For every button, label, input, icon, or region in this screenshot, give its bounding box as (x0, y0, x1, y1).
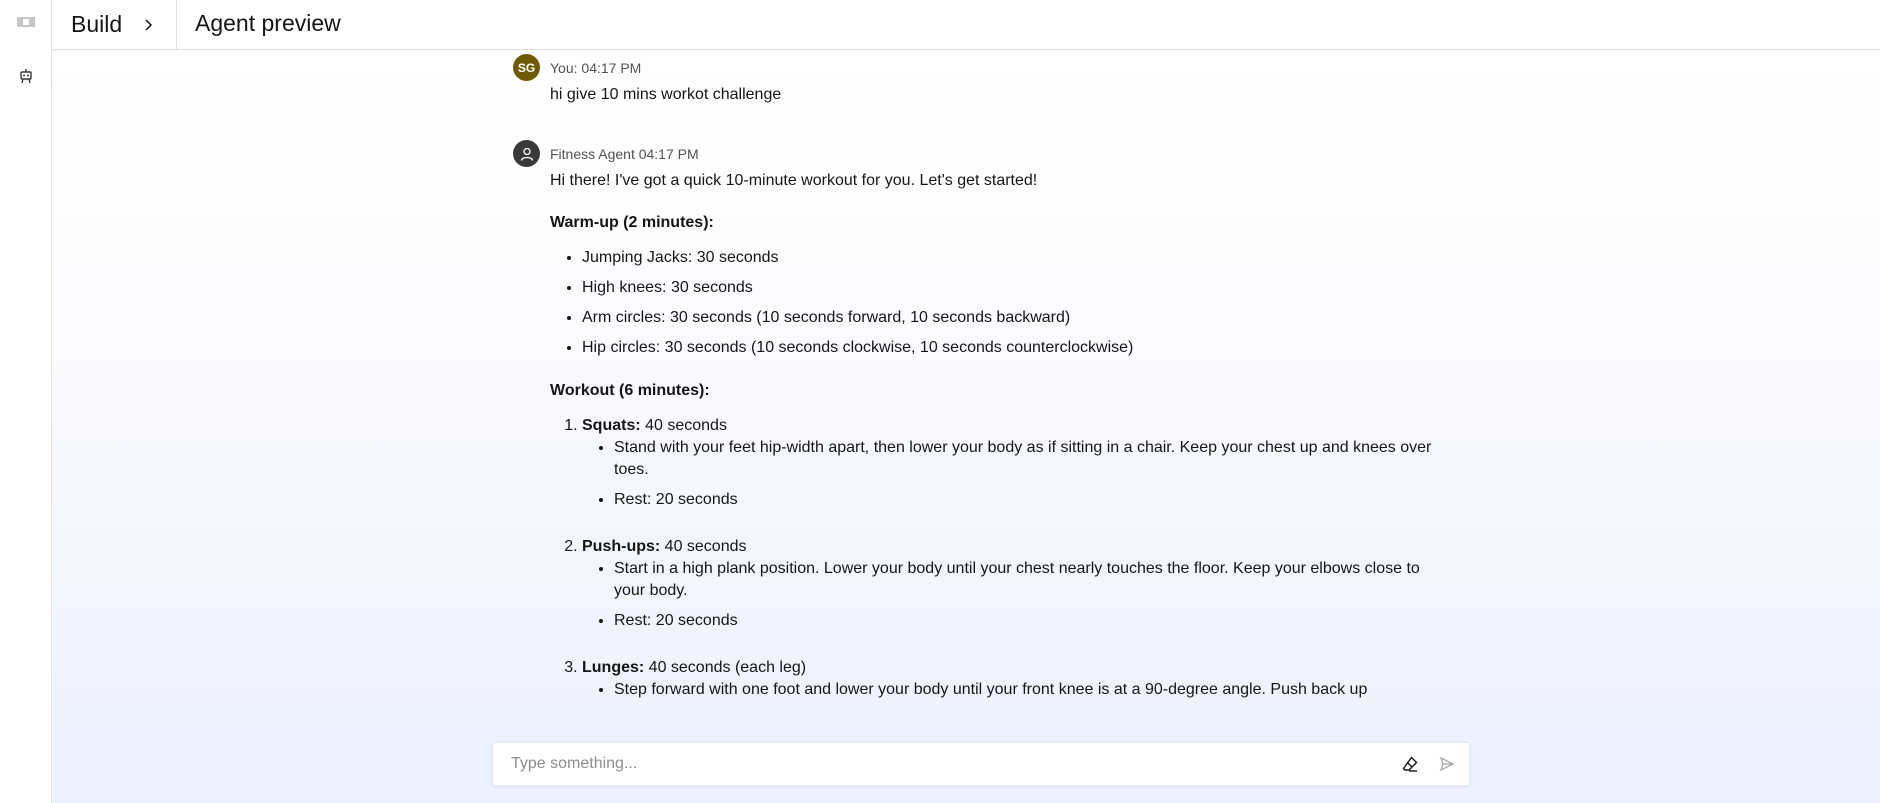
top-header: Build Agent preview (52, 0, 1880, 50)
breadcrumb-divider (176, 0, 177, 50)
warmup-list: Jumping Jacks: 30 seconds High knees: 30… (550, 247, 1433, 359)
warmup-heading: Warm-up (2 minutes): (550, 214, 714, 231)
list-item: Rest: 20 seconds (614, 610, 1433, 632)
workout-heading: Workout (6 minutes): (550, 382, 710, 399)
list-item: High knees: 30 seconds (582, 277, 1433, 299)
bot-icon[interactable] (16, 66, 36, 86)
page-title: Agent preview (195, 10, 341, 36)
list-item: Start in a high plank position. Lower yo… (614, 558, 1433, 602)
user-message: SG You: 04:17 PM hi give 10 mins workot … (513, 54, 1433, 106)
exercise-duration: 40 seconds (640, 417, 727, 434)
message-meta: Fitness Agent 04:17 PM (550, 146, 699, 162)
exercise-name: Squats: (582, 417, 641, 434)
user-icon (520, 147, 533, 161)
list-item: Rest: 20 seconds (614, 489, 1433, 511)
agent-message: Fitness Agent 04:17 PM Hi there! I've go… (513, 140, 1433, 701)
chevron-right-icon (140, 17, 156, 33)
list-item: Hip circles: 30 seconds (10 seconds cloc… (582, 337, 1433, 359)
exercise-duration: 40 seconds (each leg) (644, 659, 807, 676)
exercise-name: Push-ups: (582, 538, 661, 555)
exercise-details: Start in a high plank position. Lower yo… (582, 558, 1433, 632)
list-item: Stand with your feet hip-width apart, th… (614, 437, 1433, 481)
exercise-item: Push-ups: 40 seconds Start in a high pla… (582, 536, 1433, 632)
message-input[interactable] (493, 743, 1373, 785)
left-rail (0, 0, 52, 803)
workout-list: Squats: 40 seconds Stand with your feet … (550, 415, 1433, 701)
collapse-panel-icon[interactable] (16, 12, 36, 32)
message-composer (492, 742, 1470, 786)
send-icon[interactable] (1437, 754, 1457, 774)
breadcrumb-build[interactable]: Build (52, 11, 122, 38)
chat-panel[interactable]: SG You: 04:17 PM hi give 10 mins workot … (53, 51, 1880, 803)
exercise-item: Squats: 40 seconds Stand with your feet … (582, 415, 1433, 511)
message-text: hi give 10 mins workot challenge (550, 86, 782, 103)
agent-avatar (513, 140, 540, 167)
message-intro: Hi there! I've got a quick 10-minute wor… (550, 172, 1038, 189)
exercise-duration: 40 seconds (660, 538, 747, 555)
list-item: Arm circles: 30 seconds (10 seconds forw… (582, 307, 1433, 329)
eraser-icon[interactable] (1400, 754, 1420, 774)
exercise-details: Stand with your feet hip-width apart, th… (582, 437, 1433, 511)
avatar: SG (513, 54, 540, 81)
exercise-item: Lunges: 40 seconds (each leg) Step forwa… (582, 657, 1433, 701)
message-meta: You: 04:17 PM (550, 60, 642, 76)
exercise-name: Lunges: (582, 659, 645, 676)
list-item: Jumping Jacks: 30 seconds (582, 247, 1433, 269)
list-item: Step forward with one foot and lower you… (614, 679, 1433, 701)
exercise-details: Step forward with one foot and lower you… (582, 679, 1433, 701)
message-list: SG You: 04:17 PM hi give 10 mins workot … (513, 51, 1433, 701)
